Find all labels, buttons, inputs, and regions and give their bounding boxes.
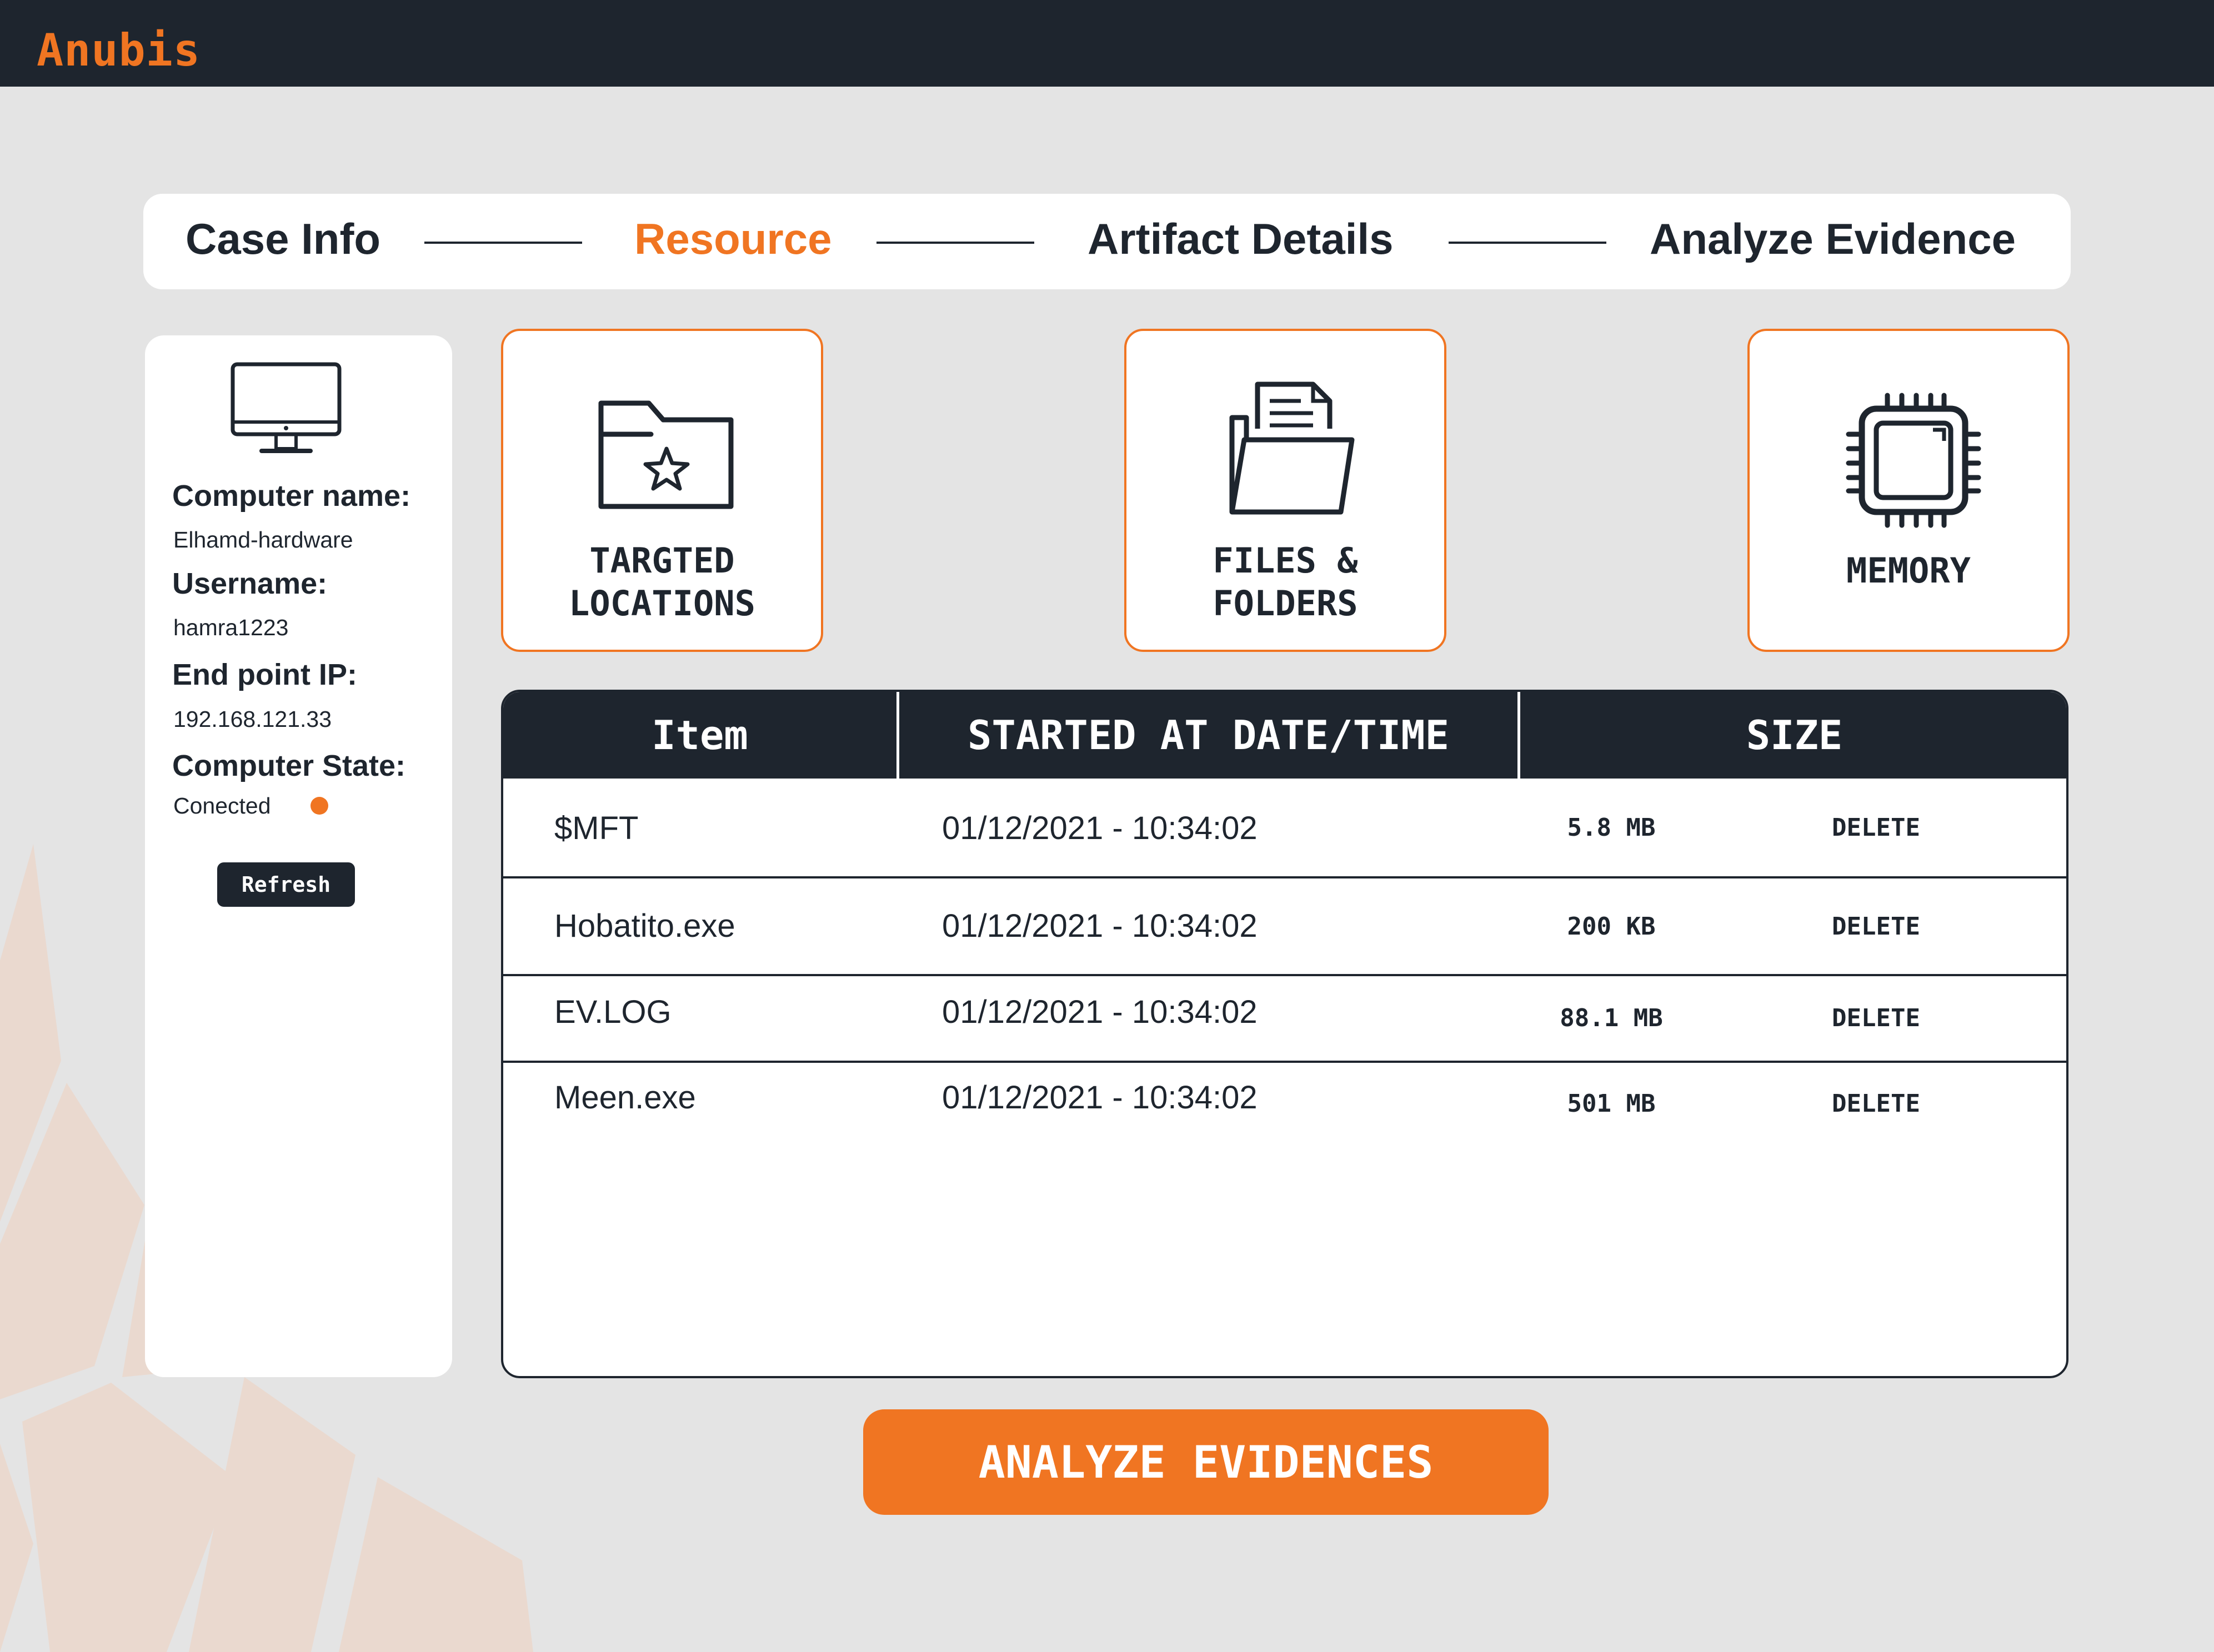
computer-info-card: Computer name: Elhamd-hardware Username:… [145,335,452,1377]
step-connector [876,242,1034,244]
row-divider [503,974,2066,976]
monitor-icon [231,362,342,453]
step-connector [424,242,582,244]
step-connector [1449,242,1606,244]
row-size: 501 MB [1567,1089,1656,1118]
row-date: 01/12/2021 - 10:34:02 [942,994,1258,1030]
app-logo[interactable]: Anubis [37,24,201,76]
connection-status-dot [310,797,328,815]
column-header-size[interactable]: SIZE [1520,692,2066,779]
step-artifact-details[interactable]: Artifact Details [1088,214,1394,264]
username-label: Username: [172,567,328,600]
resource-label-line1: MEMORY [1846,550,1971,591]
delete-button[interactable]: DELETE [1832,1089,1920,1118]
row-date: 01/12/2021 - 10:34:02 [942,810,1258,846]
refresh-button[interactable]: Refresh [217,862,355,907]
resource-label-line1: TARGTED [589,540,735,581]
resource-card-memory[interactable]: MEMORY [1747,329,2070,652]
username-value: hamra1223 [173,615,289,640]
computer-name-value: Elhamd-hardware [173,527,353,553]
computer-state-value: Conected [173,793,271,819]
row-divider [503,1061,2066,1063]
row-date: 01/12/2021 - 10:34:02 [942,908,1258,944]
table-header: Item STARTED AT DATE/TIME SIZE [503,692,2066,779]
row-size: 88.1 MB [1560,1004,1663,1032]
row-size: 200 KB [1567,912,1656,941]
delete-button[interactable]: DELETE [1832,912,1920,941]
column-header-started[interactable]: STARTED AT DATE/TIME [899,692,1517,779]
computer-state-label: Computer State: [172,749,406,782]
step-case-info[interactable]: Case Info [186,214,380,264]
computer-name-label: Computer name: [172,479,411,513]
step-resource[interactable]: Resource [634,214,832,264]
resource-card-files-folders[interactable]: FILES & FOLDERS [1124,329,1446,652]
row-item: $MFT [554,810,639,846]
top-bar: Anubis [0,0,2214,87]
wizard-stepper: Case Info Resource Artifact Details Anal… [143,194,2071,289]
delete-button[interactable]: DELETE [1832,814,1920,842]
row-divider [503,876,2066,878]
endpoint-ip-value: 192.168.121.33 [173,706,332,732]
files-folder-icon [1229,381,1355,515]
delete-button[interactable]: DELETE [1832,1004,1920,1032]
memory-chip-icon [1846,393,1981,528]
resource-label-line2: FOLDERS [1213,583,1358,624]
folder-star-icon [598,400,734,509]
resource-label-line1: FILES & [1213,540,1358,581]
evidence-table: Item STARTED AT DATE/TIME SIZE $MFT 01/1… [501,690,2068,1378]
analyze-evidences-button[interactable]: ANALYZE EVIDENCES [863,1409,1549,1515]
column-header-item[interactable]: Item [503,692,896,779]
row-item: Meen.exe [554,1079,696,1116]
step-analyze-evidence[interactable]: Analyze Evidence [1650,214,2016,264]
resource-label-line2: LOCATIONS [569,583,755,624]
row-date: 01/12/2021 - 10:34:02 [942,1079,1258,1116]
row-item: Hobatito.exe [554,908,735,944]
row-size: 5.8 MB [1567,814,1656,842]
resource-card-targeted-locations[interactable]: TARGTED LOCATIONS [501,329,823,652]
endpoint-ip-label: End point IP: [172,658,357,691]
row-item: EV.LOG [554,994,672,1030]
